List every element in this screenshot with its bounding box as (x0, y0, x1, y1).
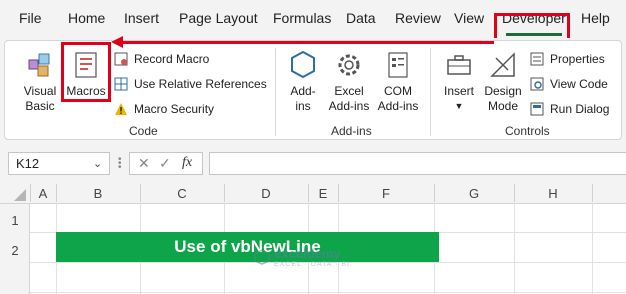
com-addins-label-2: Add-ins (377, 99, 419, 113)
group-separator (430, 48, 431, 136)
visual-basic-button[interactable]: Visual Basic (18, 50, 62, 114)
code-group-label: Code (129, 124, 158, 138)
properties-icon (530, 52, 544, 66)
design-mode-label-1: Design (484, 84, 522, 98)
addins-button[interactable]: Add- ins (284, 50, 322, 114)
warning-icon (115, 103, 127, 115)
record-macro-icon (114, 52, 128, 66)
annotation-arrow-line (121, 41, 494, 44)
column-header-d[interactable]: D (224, 186, 308, 201)
visual-basic-label-1: Visual (23, 84, 57, 98)
controls-group-label: Controls (505, 124, 550, 138)
tab-help[interactable]: Help (581, 10, 610, 26)
run-dialog-button[interactable]: Run Dialog (530, 100, 609, 118)
addins-group-label: Add-ins (331, 124, 372, 138)
relative-references-icon (114, 77, 128, 91)
tab-home[interactable]: Home (68, 10, 105, 26)
addins-label-1: Add- (290, 84, 316, 98)
title-cell[interactable]: Use of vbNewLine (56, 232, 439, 262)
view-code-label: View Code (550, 77, 608, 91)
view-code-icon (530, 77, 544, 91)
insert-function-button[interactable]: fx (182, 155, 192, 171)
toolbox-icon (447, 55, 471, 75)
grid-line (514, 204, 515, 294)
grid-line (30, 292, 626, 293)
column-header-a[interactable]: A (30, 186, 56, 201)
exceldemy-logo-icon (254, 249, 270, 265)
design-mode-icon (490, 52, 515, 77)
row-header-1[interactable]: 1 (0, 213, 30, 228)
macro-security-label: Macro Security (134, 102, 215, 116)
cancel-icon[interactable]: ✕ (138, 155, 150, 172)
tab-formulas[interactable]: Formulas (273, 10, 331, 26)
properties-button[interactable]: Properties (530, 50, 605, 68)
excel-addins-button[interactable]: Excel Add-ins (326, 50, 372, 114)
record-macro-button[interactable]: Record Macro (114, 50, 209, 68)
column-header-g[interactable]: G (434, 186, 514, 201)
grid-line (592, 204, 593, 294)
annotation-arrow-head (111, 36, 123, 48)
select-all-button[interactable] (14, 189, 26, 201)
more-options-icon[interactable]: • • • (118, 155, 122, 173)
run-dialog-label: Run Dialog (550, 102, 610, 116)
properties-label: Properties (550, 52, 605, 66)
tab-data[interactable]: Data (346, 10, 376, 26)
watermark-name: exceldemy (274, 246, 341, 261)
insert-dropdown-icon: ▼ (454, 101, 464, 111)
formula-input[interactable] (209, 152, 626, 175)
column-header-h[interactable]: H (514, 186, 592, 201)
record-macro-label: Record Macro (134, 52, 210, 66)
tab-review[interactable]: Review (395, 10, 441, 26)
design-mode-label-2: Mode (487, 99, 519, 113)
column-header-c[interactable]: C (140, 186, 224, 201)
confirm-icon[interactable]: ✓ (159, 155, 171, 172)
column-separator (592, 184, 593, 202)
watermark: exceldemy EXCEL · DATA · BI (254, 246, 350, 268)
tab-file[interactable]: File (19, 10, 42, 26)
column-header-e[interactable]: E (308, 186, 338, 201)
chevron-down-icon[interactable]: ⌄ (93, 157, 102, 170)
relative-references-label: Use Relative References (134, 77, 267, 91)
row-header-2[interactable]: 2 (0, 243, 30, 258)
addins-label-2: ins (295, 99, 311, 113)
insert-control-button[interactable]: Insert ▼ (440, 50, 478, 114)
insert-control-label: Insert (443, 84, 474, 98)
com-addins-label-1: COM (384, 84, 412, 98)
tab-view[interactable]: View (454, 10, 484, 26)
design-mode-button[interactable]: Design Mode (482, 50, 524, 114)
gear-icon (338, 54, 360, 76)
relative-references-button[interactable]: Use Relative References (114, 75, 267, 93)
visual-basic-icon (28, 53, 50, 77)
tab-insert[interactable]: Insert (124, 10, 159, 26)
addins-icon (291, 50, 315, 79)
macro-security-button[interactable]: Macro Security (114, 100, 214, 118)
macros-highlight (61, 42, 111, 102)
column-header-f[interactable]: F (338, 186, 434, 201)
com-addins-button[interactable]: COM Add-ins (374, 50, 422, 114)
visual-basic-label-2: Basic (25, 99, 55, 113)
excel-addins-label-1: Excel (334, 84, 364, 98)
excel-addins-label-2: Add-ins (328, 99, 370, 113)
view-code-button[interactable]: View Code (530, 75, 608, 93)
com-addins-icon (388, 52, 408, 78)
tab-page-layout[interactable]: Page Layout (179, 10, 258, 26)
group-separator (275, 48, 276, 136)
run-dialog-icon (530, 102, 544, 116)
watermark-sub: EXCEL · DATA · BI (274, 261, 350, 268)
column-header-b[interactable]: B (56, 186, 140, 201)
